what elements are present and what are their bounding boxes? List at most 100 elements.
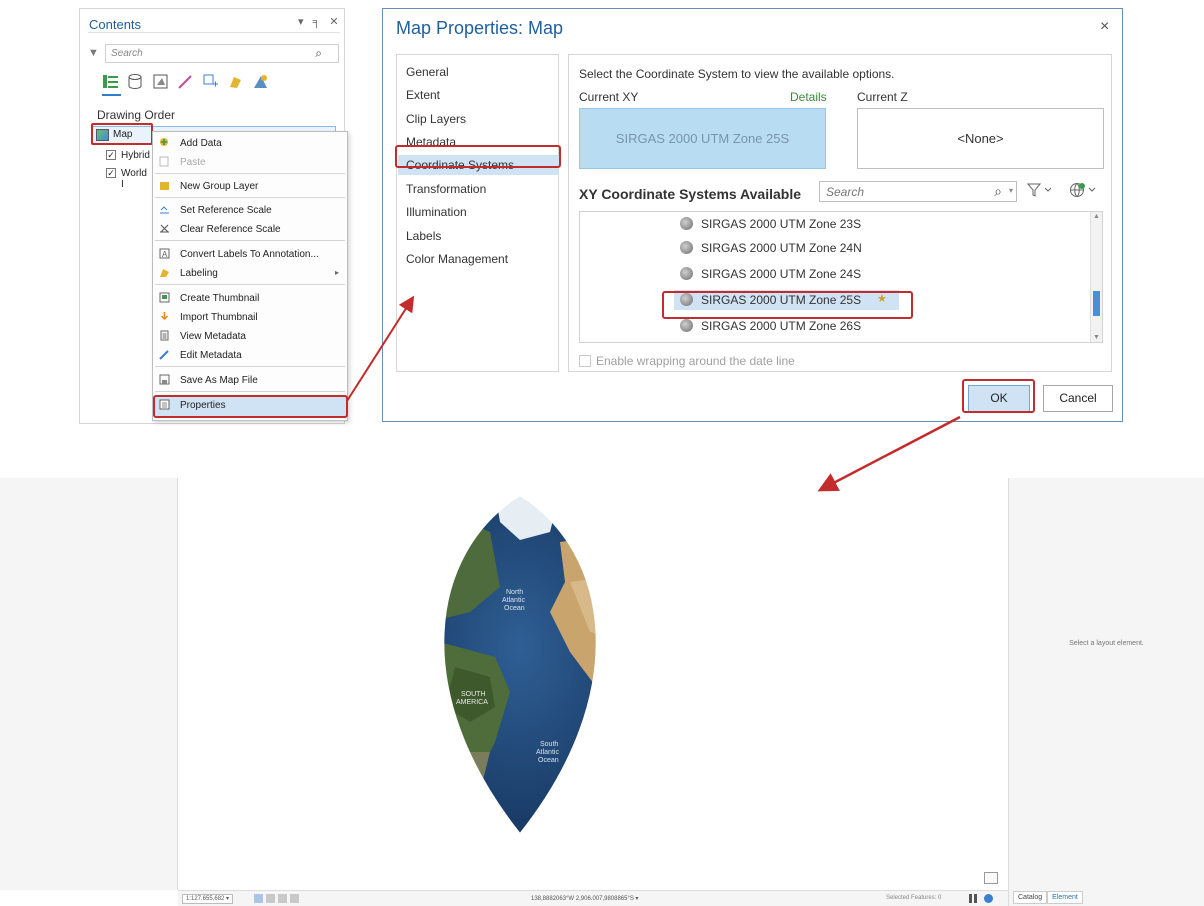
labeling-icon — [159, 267, 170, 278]
nav-item-transformation[interactable]: Transformation — [406, 182, 486, 196]
menu-item-convert-labels[interactable]: A Convert Labels To Annotation... — [153, 245, 347, 263]
menu-item-import-thumbnail[interactable]: Import Thumbnail — [153, 308, 347, 326]
refresh-icon[interactable] — [984, 894, 993, 903]
menu-item-label: View Metadata — [180, 331, 246, 342]
pane-controls[interactable]: ▾ ╕ ✕ — [298, 15, 342, 28]
menu-item-label: Labeling — [180, 268, 218, 279]
search-icon[interactable]: ⌕ — [994, 183, 1002, 200]
contents-search-input[interactable]: Search ⌕ — [105, 44, 339, 63]
current-z-value: <None> — [957, 131, 1004, 146]
coordinate-systems-list[interactable]: SIRGAS 2000 UTM Zone 23S SIRGAS 2000 UTM… — [579, 211, 1103, 343]
search-icon[interactable]: ⌕ — [315, 46, 322, 61]
convert-labels-icon: A — [159, 248, 170, 259]
list-by-drawing-order-icon[interactable] — [102, 73, 119, 90]
guides-icon[interactable] — [266, 894, 275, 903]
close-icon[interactable]: × — [1100, 18, 1109, 36]
rulers-icon[interactable] — [278, 894, 287, 903]
list-by-source-icon[interactable] — [127, 73, 144, 90]
list-by-labeling-icon[interactable] — [227, 73, 244, 90]
menu-item-clear-reference-scale[interactable]: Clear Reference Scale — [153, 220, 347, 238]
menu-item-view-metadata[interactable]: View Metadata — [153, 327, 347, 345]
add-coordinate-system-icon[interactable] — [1069, 182, 1097, 201]
active-tab-indicator — [102, 94, 121, 96]
nav-item-general[interactable]: General — [406, 65, 449, 79]
map-label-south-america: SOUTH AMERICA — [456, 691, 488, 706]
svg-text:A: A — [162, 250, 168, 259]
properties-highlight-box — [153, 395, 348, 418]
map-highlight-box — [91, 123, 153, 145]
scroll-up-icon[interactable]: ▲ — [1093, 213, 1100, 220]
menu-item-edit-metadata[interactable]: Edit Metadata — [153, 346, 347, 364]
layer-checkbox[interactable]: ✓ — [106, 150, 116, 160]
menu-item-label: Paste — [180, 157, 206, 168]
tab-element[interactable]: Element — [1047, 891, 1083, 904]
menu-item-labeling[interactable]: Labeling ▸ — [153, 264, 347, 282]
menu-item-new-group-layer[interactable]: New Group Layer — [153, 177, 347, 195]
filter-icon[interactable] — [1026, 182, 1053, 201]
coordinate-systems-panel: Select the Coordinate System to view the… — [568, 54, 1112, 372]
globe-icon — [680, 319, 693, 332]
available-systems-heading: XY Coordinate Systems Available — [579, 186, 802, 202]
nav-item-labels[interactable]: Labels — [406, 229, 441, 243]
scroll-down-icon[interactable]: ▼ — [1093, 334, 1100, 341]
snapping-icon[interactable] — [290, 894, 299, 903]
left-side-pane — [0, 478, 178, 890]
pause-icon[interactable] — [969, 894, 972, 903]
current-z-label: Current Z — [857, 90, 908, 104]
list-by-selection-icon[interactable] — [152, 73, 169, 90]
nav-item-illumination[interactable]: Illumination — [406, 205, 467, 219]
menu-separator — [155, 391, 345, 392]
menu-separator — [155, 366, 345, 367]
wrap-dateline-option: Enable wrapping around the date line — [579, 354, 795, 368]
search-placeholder: Search — [111, 48, 143, 59]
pause-icon-bar — [974, 894, 977, 903]
coordinate-search-input[interactable]: Search ⌕ ▾ — [819, 181, 1017, 202]
nav-item-color-management[interactable]: Color Management — [406, 252, 508, 266]
grid-icon[interactable] — [254, 894, 263, 903]
menu-item-set-reference-scale[interactable]: Set Reference Scale — [153, 201, 347, 219]
element-pane: Select a layout element. Catalog Element — [1008, 478, 1204, 906]
menu-item-save-as-map-file[interactable]: Save As Map File — [153, 371, 347, 389]
details-link[interactable]: Details — [790, 90, 827, 104]
layer-checkbox[interactable]: ✓ — [106, 168, 116, 178]
wrap-dateline-checkbox — [579, 355, 591, 367]
menu-item-label: Save As Map File — [180, 375, 258, 386]
select-element-message: Select a layout element. — [1069, 640, 1144, 647]
menu-item-create-thumbnail[interactable]: Create Thumbnail — [153, 289, 347, 307]
list-scrollbar[interactable]: ▲ ▼ — [1090, 212, 1102, 342]
list-item-label: SIRGAS 2000 UTM Zone 24S — [701, 267, 862, 281]
cancel-button[interactable]: Cancel — [1043, 385, 1113, 412]
menu-item-label: Clear Reference Scale — [180, 224, 281, 235]
group-layer-icon — [159, 180, 170, 191]
filter-icon[interactable]: ▼ — [88, 47, 99, 59]
chevron-down-icon[interactable]: ▾ — [1009, 186, 1013, 195]
properties-nav: General Extent Clip Layers Metadata Coor… — [396, 54, 559, 372]
list-by-perspective-icon[interactable] — [252, 73, 269, 90]
menu-item-label: New Group Layer — [180, 181, 259, 192]
title-divider — [88, 32, 340, 33]
contents-title: Contents — [89, 17, 142, 32]
contents-toolbar — [102, 70, 269, 92]
tab-catalog[interactable]: Catalog — [1013, 891, 1048, 904]
import-thumbnail-icon — [159, 311, 170, 322]
selected-features-count: Selected Features: 0 — [886, 895, 942, 901]
scrollbar-thumb[interactable] — [1093, 291, 1100, 316]
pane-tabs: Catalog Element — [1013, 891, 1083, 904]
menu-item-add-data[interactable]: Add Data — [153, 134, 347, 152]
current-z-box[interactable]: <None> — [857, 108, 1104, 169]
projected-world-map[interactable]: North Atlantic Ocean SOUTH AMERICA South Atl… — [400, 492, 640, 837]
add-data-icon — [159, 137, 170, 148]
nav-item-extent[interactable]: Extent — [406, 88, 440, 102]
list-by-editing-icon[interactable] — [177, 73, 194, 90]
scale-dropdown[interactable]: 1:127,655,682 ▾ — [182, 894, 234, 904]
instruction-text: Select the Coordinate System to view the… — [579, 67, 895, 81]
edit-metadata-icon — [159, 349, 170, 360]
menu-item-label: Set Reference Scale — [180, 205, 272, 216]
coordinate-value: 138,8882063°W 2,906.007,9808865°S — [531, 896, 634, 902]
layout-navigator-icon[interactable] — [984, 872, 998, 884]
menu-item-label: Import Thumbnail — [180, 312, 258, 323]
nav-item-clip-layers[interactable]: Clip Layers — [406, 112, 466, 126]
current-xy-box[interactable]: SIRGAS 2000 UTM Zone 25S — [579, 108, 826, 169]
list-by-snapping-icon[interactable] — [202, 73, 219, 90]
set-scale-icon — [159, 204, 170, 215]
